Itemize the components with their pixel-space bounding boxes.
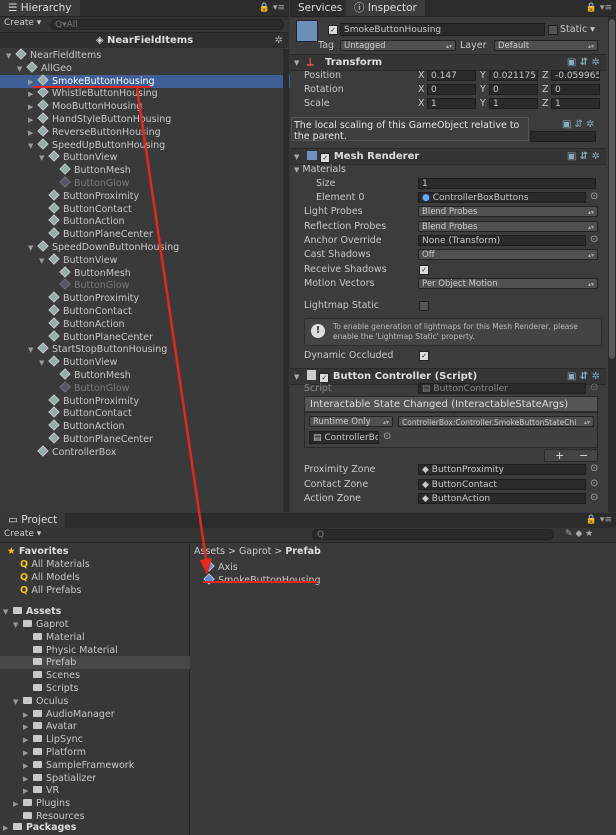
annotation-arrow (135, 87, 212, 575)
annotation-arrow-head (200, 558, 212, 575)
annotation-arrow-line (135, 87, 209, 567)
